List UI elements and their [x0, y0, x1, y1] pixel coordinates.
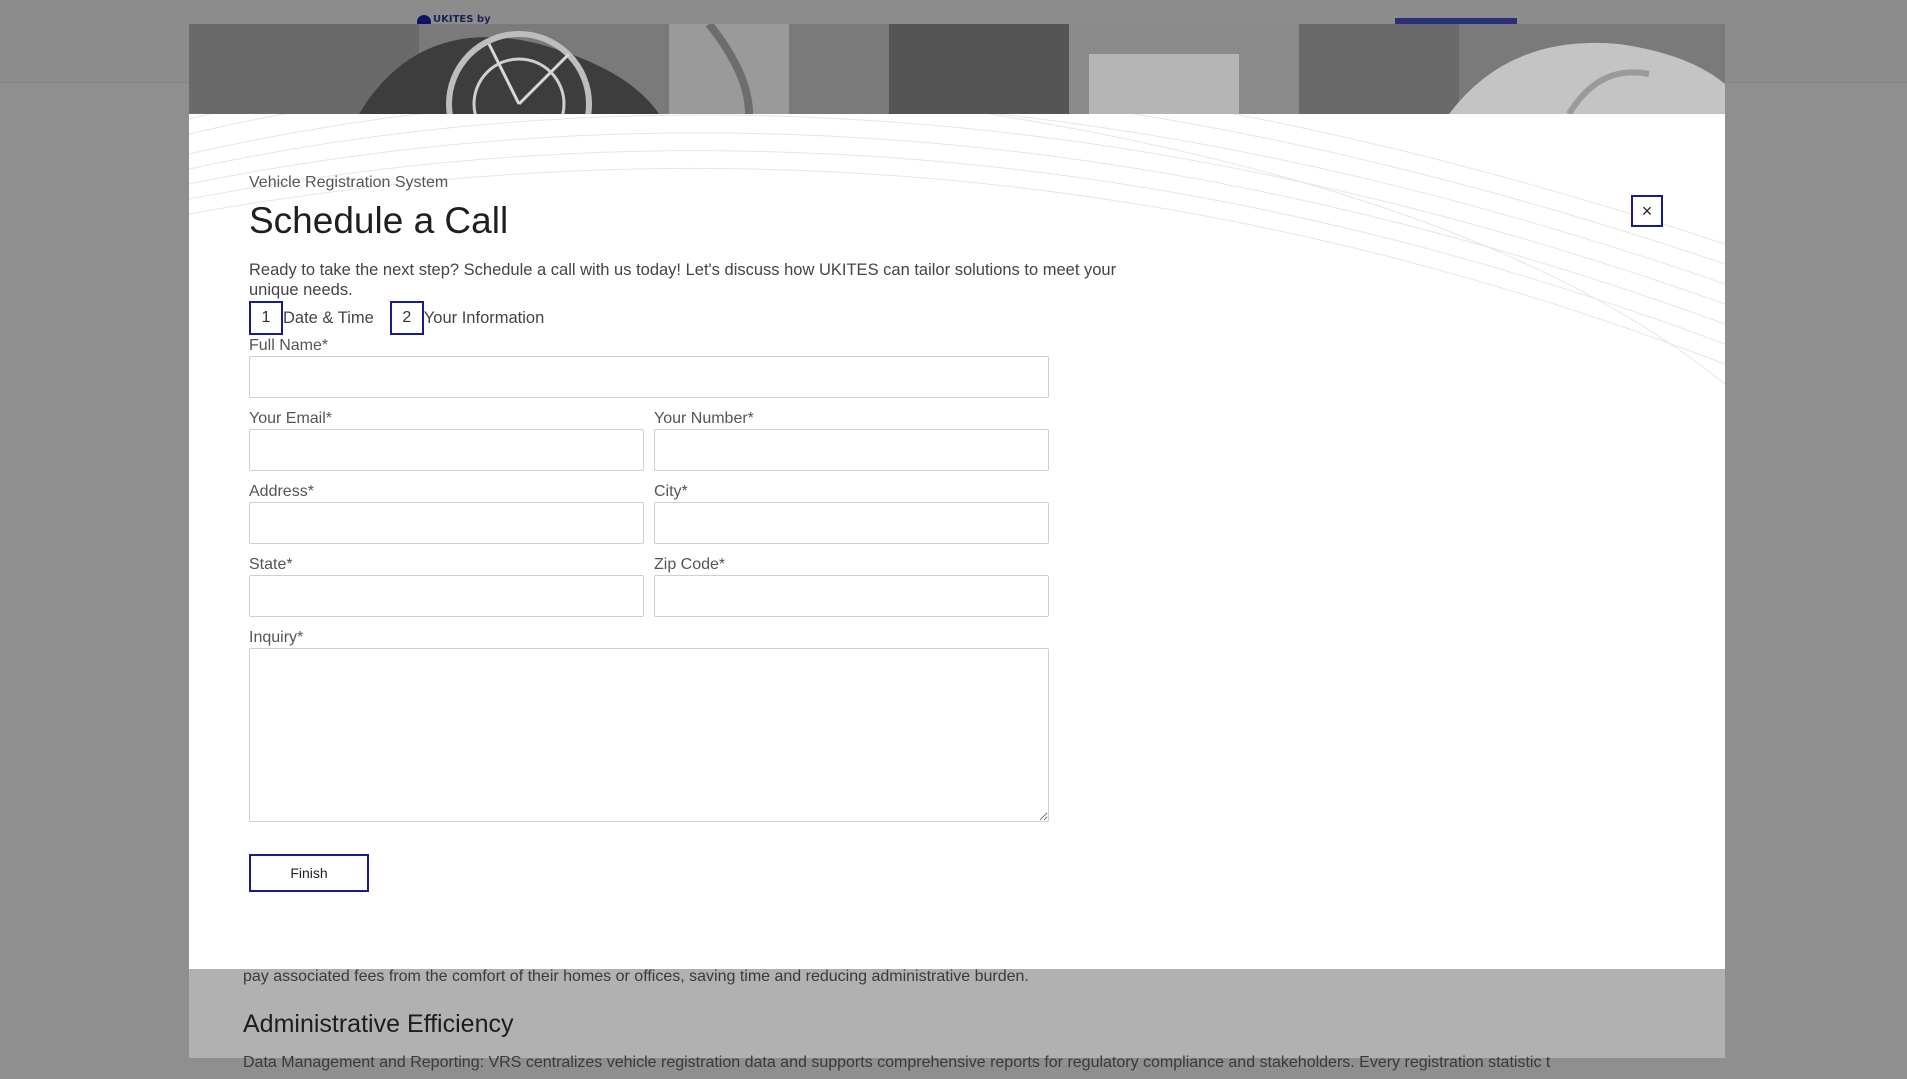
- modal-intro: Ready to take the next step? Schedule a …: [249, 261, 1117, 299]
- city-input[interactable]: [654, 502, 1049, 544]
- background-paragraph: pay associated fees from the comfort of …: [243, 968, 1029, 985]
- close-button[interactable]: ×: [1631, 195, 1663, 227]
- address-label: Address*: [249, 483, 314, 500]
- modal-banner-image: [189, 24, 1725, 114]
- zip-code-input[interactable]: [654, 575, 1049, 617]
- email-label: Your Email*: [249, 410, 333, 427]
- schedule-call-modal: Vehicle Registration System Schedule a C…: [189, 24, 1725, 969]
- banner-car-image: [189, 24, 1725, 114]
- logo-mark-icon: [417, 14, 431, 25]
- number-label: Your Number*: [654, 410, 754, 427]
- state-input[interactable]: [249, 575, 644, 617]
- email-input[interactable]: [249, 429, 644, 471]
- step-your-information[interactable]: 2 Your Information: [389, 301, 545, 335]
- background-heading: Administrative Efficiency: [243, 1010, 514, 1038]
- close-icon: ×: [1641, 200, 1653, 221]
- number-input[interactable]: [654, 429, 1049, 471]
- city-label: City*: [654, 483, 688, 500]
- state-label: State*: [249, 556, 293, 573]
- modal-title: Schedule a Call: [249, 200, 509, 241]
- step-date-time[interactable]: 1 Date & Time: [249, 301, 374, 335]
- full-name-label: Full Name*: [249, 337, 329, 354]
- modal-eyebrow: Vehicle Registration System: [249, 174, 449, 191]
- step-label: Your Information: [423, 308, 545, 327]
- inquiry-textarea[interactable]: [249, 648, 1049, 822]
- address-input[interactable]: [249, 502, 644, 544]
- step-label: Date & Time: [283, 308, 374, 327]
- finish-button[interactable]: Finish: [249, 854, 369, 892]
- zip-code-label: Zip Code*: [654, 556, 726, 573]
- step-indicator: 1 Date & Time 2 Your Information: [249, 301, 560, 335]
- inquiry-label: Inquiry*: [249, 629, 304, 646]
- step-number: 1: [249, 301, 283, 335]
- full-name-input[interactable]: [249, 356, 1049, 398]
- background-paragraph-2: Data Management and Reporting: VRS centr…: [243, 1054, 1551, 1071]
- step-number: 2: [389, 301, 424, 335]
